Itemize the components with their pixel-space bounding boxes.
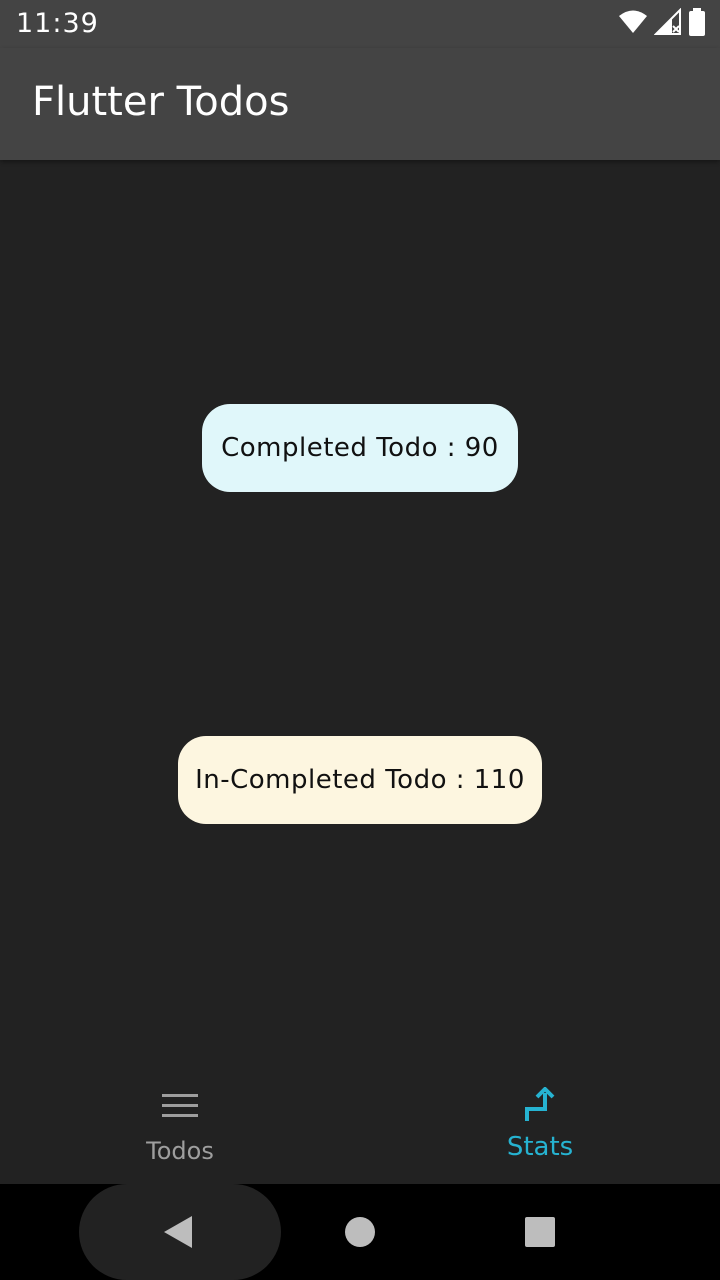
wifi-icon [618, 9, 648, 39]
stats-icon [520, 1086, 560, 1126]
incompleted-todo-stat: In-Completed Todo : 110 [178, 736, 542, 824]
completed-todo-label: Completed Todo : 90 [221, 433, 499, 463]
page-title: Flutter Todos [32, 79, 290, 125]
cell-signal-icon [653, 7, 682, 40]
completed-todo-stat: Completed Todo : 90 [202, 404, 518, 492]
system-navigation-bar [0, 1184, 720, 1280]
status-bar: 11:39 [0, 0, 720, 48]
app-bar: Flutter Todos [0, 48, 720, 160]
battery-icon [688, 8, 706, 40]
status-time: 11:39 [16, 8, 99, 39]
home-icon[interactable] [340, 1212, 380, 1252]
status-icons [618, 7, 706, 40]
nav-label-stats: Stats [506, 1132, 574, 1162]
incompleted-todo-label: In-Completed Todo : 110 [195, 765, 525, 795]
list-icon [160, 1086, 200, 1126]
bottom-navigation: Todos Stats [0, 1072, 720, 1184]
nav-label-todos: Todos [146, 1137, 214, 1165]
recents-icon[interactable] [520, 1212, 560, 1252]
nav-item-todos[interactable]: Todos [0, 1072, 360, 1184]
app-screen: 11:39 Flutter Todos Completed Todo: 90 … [0, 0, 720, 1280]
back-icon[interactable] [158, 1212, 198, 1252]
nav-item-stats[interactable]: Stats [360, 1072, 720, 1184]
